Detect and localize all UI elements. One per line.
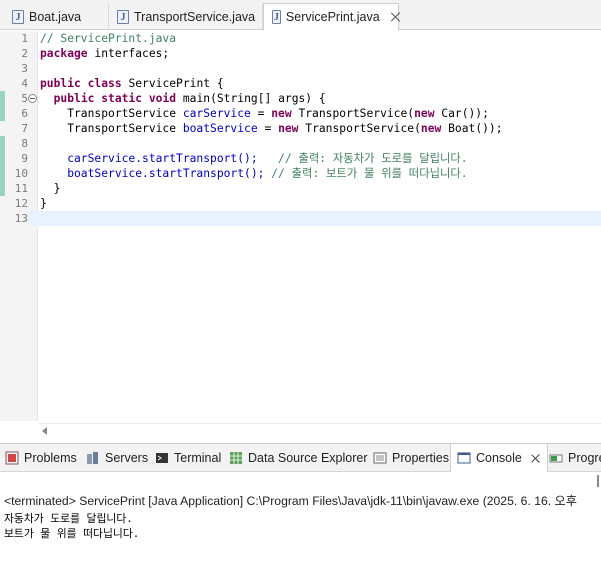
code-text: boatService.startTransport(); // 출력: 보트가… [40,167,468,180]
line-number: 13 [0,211,28,226]
tab-serviceprint-java[interactable]: J ServicePrint.java [263,3,399,31]
tab-progress[interactable]: Progre [549,444,601,472]
problems-icon [5,451,19,465]
line-number: 11 [14,182,28,195]
code-line: 7 TransportService boatService = new Tra… [0,121,601,136]
console-output-line: 자동차가 도로를 달립니다. [4,512,133,525]
close-icon[interactable] [390,11,398,23]
tab-data-source-explorer[interactable]: Data Source Explorer [229,444,368,472]
line-number: 6 [21,107,28,120]
code-line: 2 package interfaces; [0,46,601,61]
code-line: 10 boatService.startTransport(); // 출력: … [0,166,601,181]
line-number: 10 [14,167,28,180]
code-line: 11 } [0,181,601,196]
properties-icon [373,451,387,465]
data-source-icon [229,451,243,465]
close-icon[interactable] [530,453,541,464]
tab-problems[interactable]: Problems [5,444,77,472]
vertical-scrollbar[interactable] [597,475,599,487]
java-file-icon: J [12,10,24,24]
terminal-icon [155,451,169,465]
code-text: } [40,182,61,195]
code-editor[interactable]: 1 // ServicePrint.java 2 package interfa… [0,31,601,439]
code-text: TransportService carService = new Transp… [40,107,489,120]
fold-collapse-icon[interactable] [28,94,37,103]
tab-label: Terminal [174,451,222,465]
editor-tab-bar: J Boat.java J TransportService.java J Se… [0,0,601,31]
java-file-icon: J [117,10,129,24]
code-text: package interfaces; [40,47,170,60]
code-line: 12 } [0,196,601,211]
code-line: 8 [0,136,601,151]
tab-label: TransportService.java [134,10,256,24]
code-text: public class ServicePrint { [40,77,224,90]
code-line: 5 public static void main(String[] args)… [0,91,601,106]
tab-terminal[interactable]: Terminal [155,444,221,472]
code-line: 9 carService.startTransport(); // 출력: 자동… [0,151,601,166]
code-text: } [40,197,47,210]
code-text: TransportService boatService = new Trans… [40,122,503,135]
tab-label: ServicePrint.java [285,10,380,24]
line-number: 7 [21,122,28,135]
tab-properties[interactable]: Properties [373,444,449,472]
current-line-highlight: 13 [0,211,601,226]
tab-label: Boat.java [29,10,82,24]
code-text: carService.startTransport(); // 출력: 자동차가… [40,152,468,165]
tab-label: Console [476,451,522,465]
servers-icon [86,451,100,465]
tab-label: Problems [24,451,77,465]
line-number: 8 [21,137,28,150]
tab-label: Properties [392,451,449,465]
tab-label: Progre [568,451,601,465]
java-file-icon: J [272,10,281,24]
line-number: 3 [21,62,28,75]
line-number: 4 [21,77,28,90]
line-number: 12 [14,197,28,210]
line-number: 1 [21,32,28,45]
code-text: // ServicePrint.java [40,32,177,45]
console-status: <terminated> ServicePrint [Java Applicat… [4,494,577,508]
code-line: 1 // ServicePrint.java [0,31,601,46]
code-text: public static void main(String[] args) { [53,92,326,105]
console-icon [457,451,471,465]
tab-servers[interactable]: Servers [86,444,148,472]
code-line: 3 [0,61,601,76]
line-number: 2 [21,47,28,60]
scroll-left-icon[interactable] [42,427,47,435]
line-number: 5 [21,92,28,105]
tab-label: Servers [105,451,149,465]
progress-icon [549,451,563,465]
tab-boat-java[interactable]: J Boat.java [4,4,109,30]
tab-console[interactable]: Console [450,444,548,472]
tab-transportservice-java[interactable]: J TransportService.java [109,4,263,30]
tab-label: Data Source Explorer [248,451,368,465]
code-line: 6 TransportService carService = new Tran… [0,106,601,121]
horizontal-scrollbar[interactable] [38,423,601,437]
console-output-line: 보트가 물 위를 떠다닙니다. [4,527,140,540]
line-number: 9 [21,152,28,165]
code-line: 4 public class ServicePrint { [0,76,601,91]
console-view[interactable]: <terminated> ServicePrint [Java Applicat… [0,473,601,561]
view-tab-bar: Problems Servers Terminal Data Source Ex… [0,443,601,472]
